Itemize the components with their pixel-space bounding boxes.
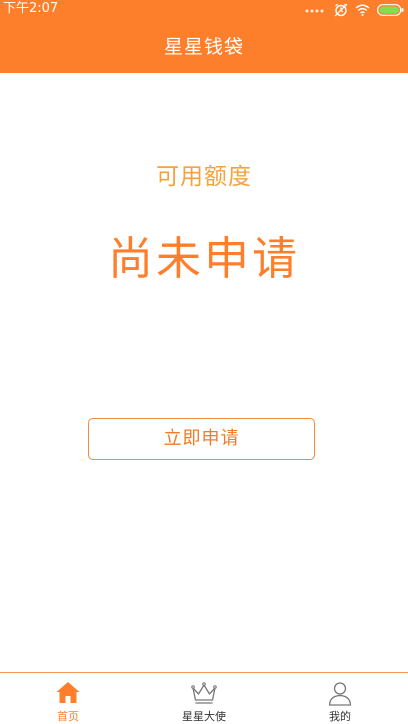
page-title: 星星钱袋 [163,36,244,58]
status-time: 下午2:07 [3,1,59,16]
crown-icon [190,679,218,707]
credit-status: 尚未申请 [107,232,300,285]
battery-icon [377,4,404,16]
apply-now-button[interactable]: 立即申请 [88,418,315,460]
user-icon [326,679,354,707]
status-icons [305,2,404,18]
credit-label: 可用额度 [156,164,252,190]
wifi-icon [355,4,370,16]
tab-ambassador-label: 星星大使 [182,710,226,723]
status-bar: 下午2:07 [0,0,408,20]
tab-home[interactable]: 首页 [0,673,136,724]
alarm-icon [334,3,348,17]
app-screen: 下午2:07 星星钱袋 可用额度 尚未申请 立即申请 首页 星星大使 我的 [0,0,408,724]
app-header: 下午2:07 星星钱袋 [0,0,408,73]
home-icon [54,679,82,707]
tab-ambassador[interactable]: 星星大使 [136,673,272,724]
tab-mine-label: 我的 [329,710,351,723]
tab-home-label: 首页 [57,710,79,723]
tab-mine[interactable]: 我的 [272,673,408,724]
signal-dots-icon [305,6,327,14]
bottom-tab-bar: 首页 星星大使 我的 [0,672,408,724]
